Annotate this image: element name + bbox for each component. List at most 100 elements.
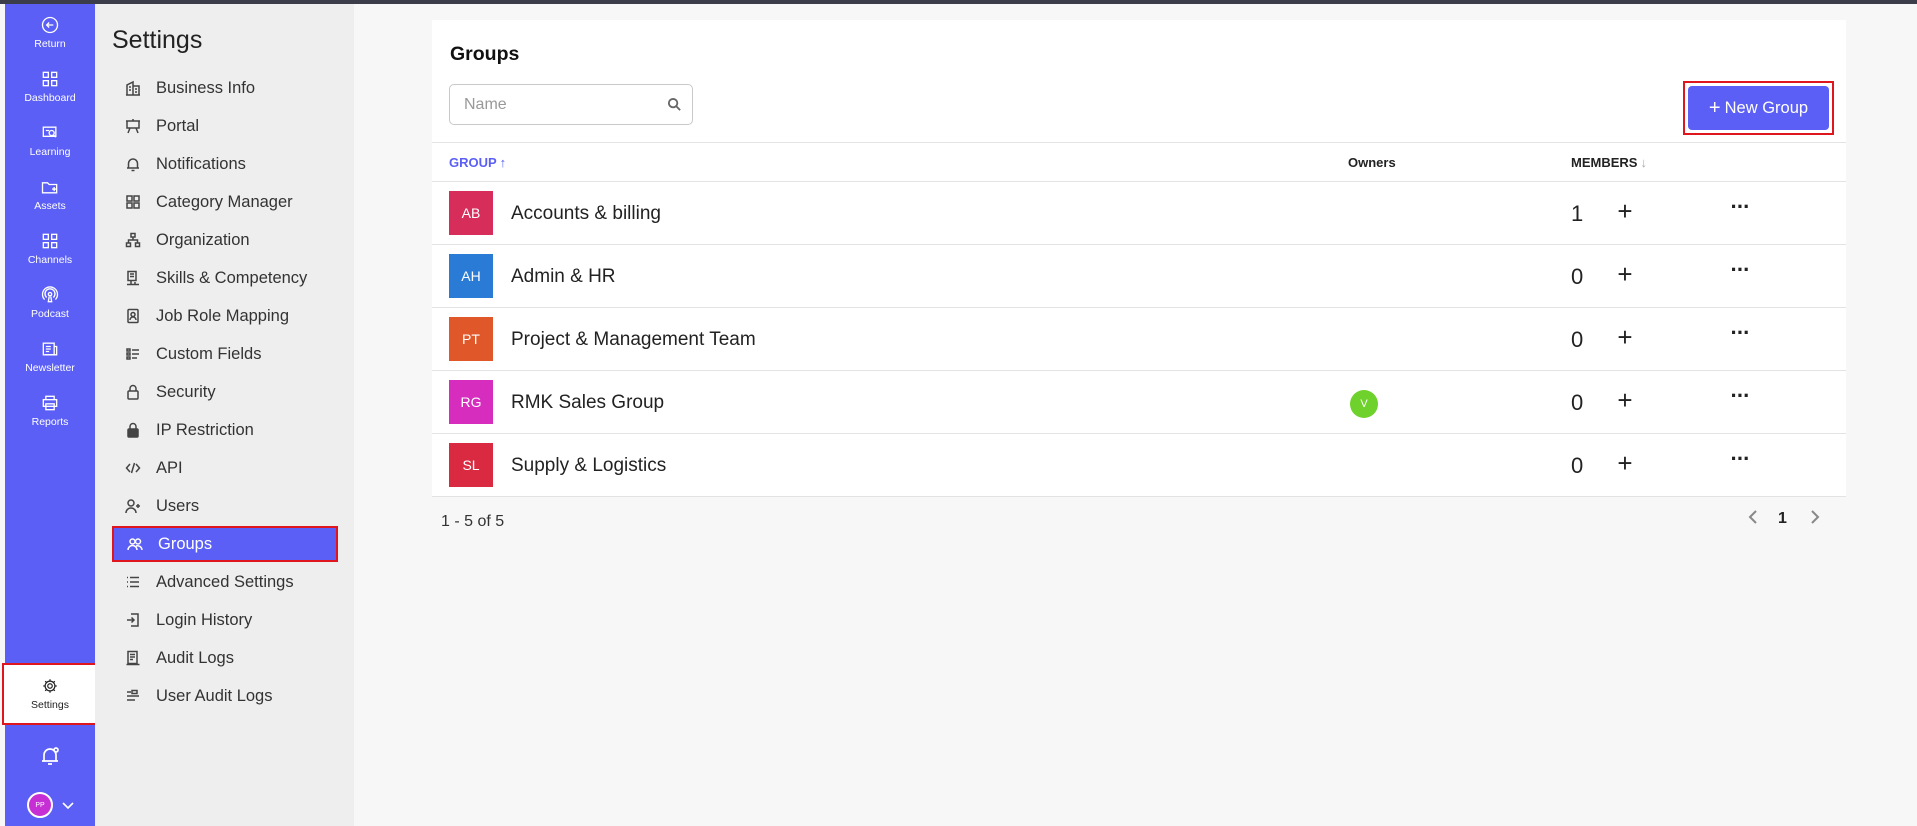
page-number[interactable]: 1 [1778, 510, 1787, 528]
sidebar-item-label: API [156, 458, 183, 477]
fields-icon [124, 345, 142, 363]
org-chart-icon [124, 231, 142, 249]
add-member-button[interactable]: + [1612, 385, 1638, 415]
sidebar-item-label: Business Info [156, 78, 256, 97]
sidebar-item-label: Users [156, 496, 200, 515]
sidebar-item-ip-restriction[interactable]: IP Restriction [112, 412, 338, 448]
search-icon[interactable] [667, 97, 682, 112]
sidebar-item-label: Custom Fields [156, 344, 262, 363]
group-avatar: SL [449, 443, 493, 487]
rail-item-newsletter[interactable]: Newsletter [5, 332, 95, 380]
column-header-group[interactable]: GROUP ↑ [449, 155, 506, 170]
more-options-icon[interactable]: ··· [1726, 445, 1754, 473]
rail-item-label: Channels [27, 253, 73, 266]
sidebar-item-login-history[interactable]: Login History [112, 602, 338, 638]
notifications-bell[interactable] [38, 744, 62, 768]
reports-icon [42, 395, 58, 410]
sidebar-item-custom-fields[interactable]: Custom Fields [112, 336, 338, 372]
learning-icon [42, 126, 57, 138]
table-header: GROUP ↑ Owners MEMBERS ↓ [432, 142, 1846, 182]
add-member-button[interactable]: + [1612, 259, 1638, 289]
rail-item-settings[interactable]: Settings [2, 663, 98, 725]
app-rail: Return Dashboard Learning Assets Channel… [2, 4, 98, 826]
more-options-icon[interactable]: ··· [1726, 382, 1754, 410]
table-row[interactable]: AH Admin & HR 0 + ··· [432, 245, 1846, 308]
column-header-owners: Owners [1348, 155, 1396, 170]
sidebar-item-notifications[interactable]: Notifications [112, 146, 338, 182]
add-member-button[interactable]: + [1612, 322, 1638, 352]
sidebar-item-audit-logs[interactable]: Audit Logs [112, 640, 338, 676]
column-header-members[interactable]: MEMBERS ↓ [1571, 155, 1647, 170]
group-name[interactable]: Supply & Logistics [511, 455, 666, 477]
sidebar-item-label: Login History [156, 610, 253, 629]
member-count: 0 [1571, 390, 1584, 415]
users-icon [126, 535, 144, 553]
previous-page-button[interactable] [1742, 504, 1764, 530]
page-title: Groups [450, 43, 520, 65]
sidebar-item-label: Security [156, 382, 216, 401]
sidebar-item-security[interactable]: Security [112, 374, 338, 410]
channels-icon [42, 233, 58, 248]
sidebar-item-label: Category Manager [156, 192, 293, 211]
rail-item-label: Reports [31, 415, 69, 428]
sidebar-item-job-role-mapping[interactable]: Job Role Mapping [112, 298, 338, 334]
table-row[interactable]: RG RMK Sales Group V 0 + ··· [432, 371, 1846, 434]
group-name[interactable]: Accounts & billing [511, 203, 661, 225]
list-icon [124, 573, 142, 591]
search-box [449, 84, 693, 125]
more-options-icon[interactable]: ··· [1726, 319, 1754, 347]
sidebar-item-skills-competency[interactable]: Skills & Competency [112, 260, 338, 296]
rail-item-return[interactable]: Return [5, 8, 95, 56]
rail-item-reports[interactable]: Reports [5, 386, 95, 434]
sort-asc-icon: ↑ [499, 155, 507, 170]
more-options-icon[interactable]: ··· [1726, 193, 1754, 221]
member-count: 1 [1571, 201, 1584, 226]
portal-icon [124, 117, 142, 135]
group-name[interactable]: RMK Sales Group [511, 392, 664, 414]
sidebar-item-label: User Audit Logs [156, 686, 273, 705]
table-row[interactable]: PT Project & Management Team 0 + ··· [432, 308, 1846, 371]
login-icon [124, 611, 142, 629]
code-icon [124, 459, 142, 477]
sidebar-item-organization[interactable]: Organization [112, 222, 338, 258]
sidebar-item-user-audit-logs[interactable]: User Audit Logs [112, 678, 338, 714]
user-plus-icon [124, 497, 142, 515]
sidebar-item-portal[interactable]: Portal [112, 108, 338, 144]
sidebar-item-category-manager[interactable]: Category Manager [112, 184, 338, 220]
sidebar-item-api[interactable]: API [112, 450, 338, 486]
sidebar-item-business-info[interactable]: Business Info [112, 70, 338, 106]
group-name[interactable]: Project & Management Team [511, 329, 756, 351]
account-menu-toggle[interactable] [61, 798, 75, 812]
rail-item-podcast[interactable]: Podcast [5, 278, 95, 326]
chevron-down-icon [62, 802, 74, 810]
rail-item-channels[interactable]: Channels [5, 224, 95, 272]
rail-item-assets[interactable]: Assets [5, 170, 95, 218]
new-group-button[interactable]: + New Group [1688, 86, 1829, 130]
search-input[interactable] [450, 85, 650, 124]
rail-item-label: Newsletter [25, 361, 75, 374]
sidebar-item-groups[interactable]: Groups [112, 526, 338, 562]
rail-item-learning[interactable]: Learning [5, 116, 95, 164]
sidebar-item-advanced-settings[interactable]: Advanced Settings [112, 564, 338, 600]
more-options-icon[interactable]: ··· [1726, 256, 1754, 284]
table-row[interactable]: SL Supply & Logistics 0 + ··· [432, 434, 1846, 497]
rail-item-dashboard[interactable]: Dashboard [5, 62, 95, 110]
add-member-button[interactable]: + [1612, 196, 1638, 226]
group-avatar: PT [449, 317, 493, 361]
sidebar-item-label: IP Restriction [156, 420, 254, 439]
avatar[interactable]: PP [27, 792, 53, 818]
add-member-button[interactable]: + [1612, 448, 1638, 478]
plus-icon: + [1708, 97, 1721, 119]
table-row[interactable]: AB Accounts & billing 1 + ··· [432, 182, 1846, 245]
newsletter-icon [42, 342, 58, 355]
group-name[interactable]: Admin & HR [511, 266, 616, 288]
bell-icon [42, 747, 59, 765]
sidebar-item-label: Skills & Competency [156, 268, 308, 287]
grid-icon [124, 193, 142, 211]
sidebar-item-users[interactable]: Users [112, 488, 338, 524]
next-page-button[interactable] [1804, 504, 1826, 530]
groups-panel: Groups + New Group GROUP↑ Owners MEMBERS… [432, 20, 1846, 530]
owner-avatar[interactable]: V [1350, 390, 1378, 418]
group-avatar: RG [449, 380, 493, 424]
id-badge-icon [124, 307, 142, 325]
